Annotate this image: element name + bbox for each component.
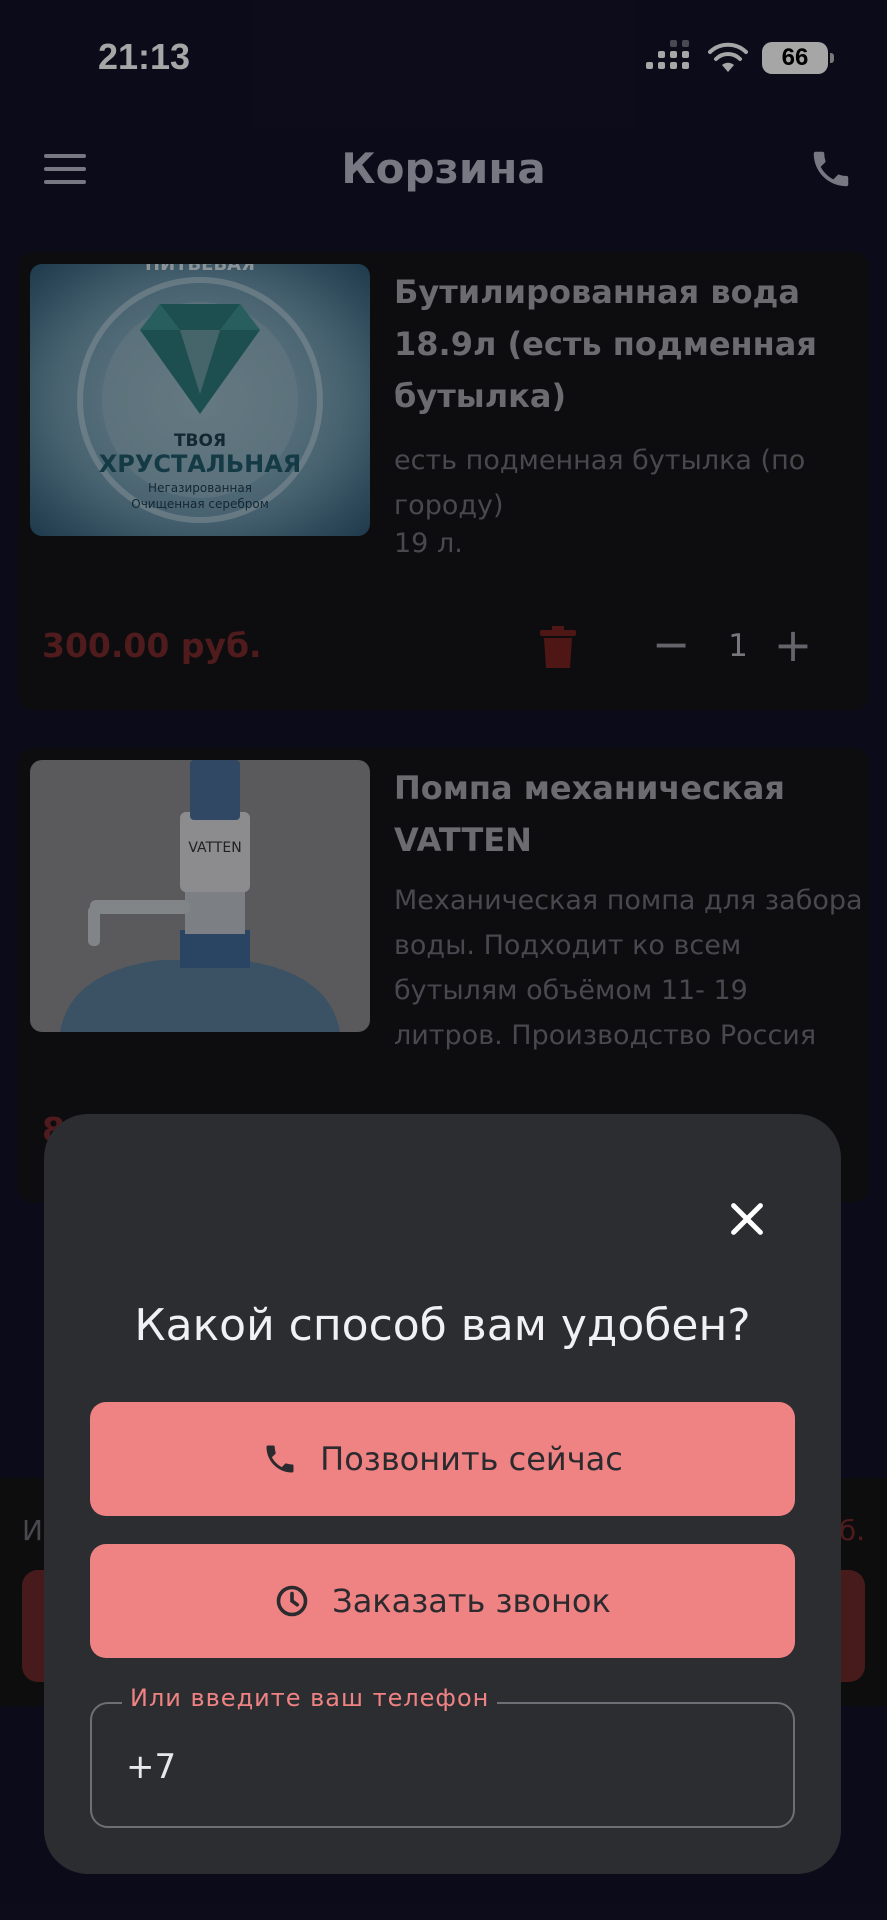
call-now-label: Позвонить сейчас [320,1440,623,1478]
order-call-button[interactable]: Заказать звонок [90,1544,795,1658]
app-screen: 21:13 66 Корзина ПИТЬЕВАЯ ТВОЯ ХРУСТАЛЬН… [0,0,887,1920]
call-now-button[interactable]: Позвонить сейчас [90,1402,795,1516]
phone-input[interactable] [126,1742,746,1792]
phone-icon [266,1445,294,1473]
order-call-label: Заказать звонок [332,1582,611,1620]
clock-icon [276,1585,308,1617]
modal-title: Какой способ вам удобен? [134,1300,751,1351]
phone-field[interactable]: Или введите ваш телефон [90,1684,795,1828]
phone-field-label: Или введите ваш телефон [122,1684,498,1712]
close-icon[interactable] [724,1196,770,1242]
contact-method-modal: Какой способ вам удобен? Позвонить сейча… [44,1114,841,1874]
